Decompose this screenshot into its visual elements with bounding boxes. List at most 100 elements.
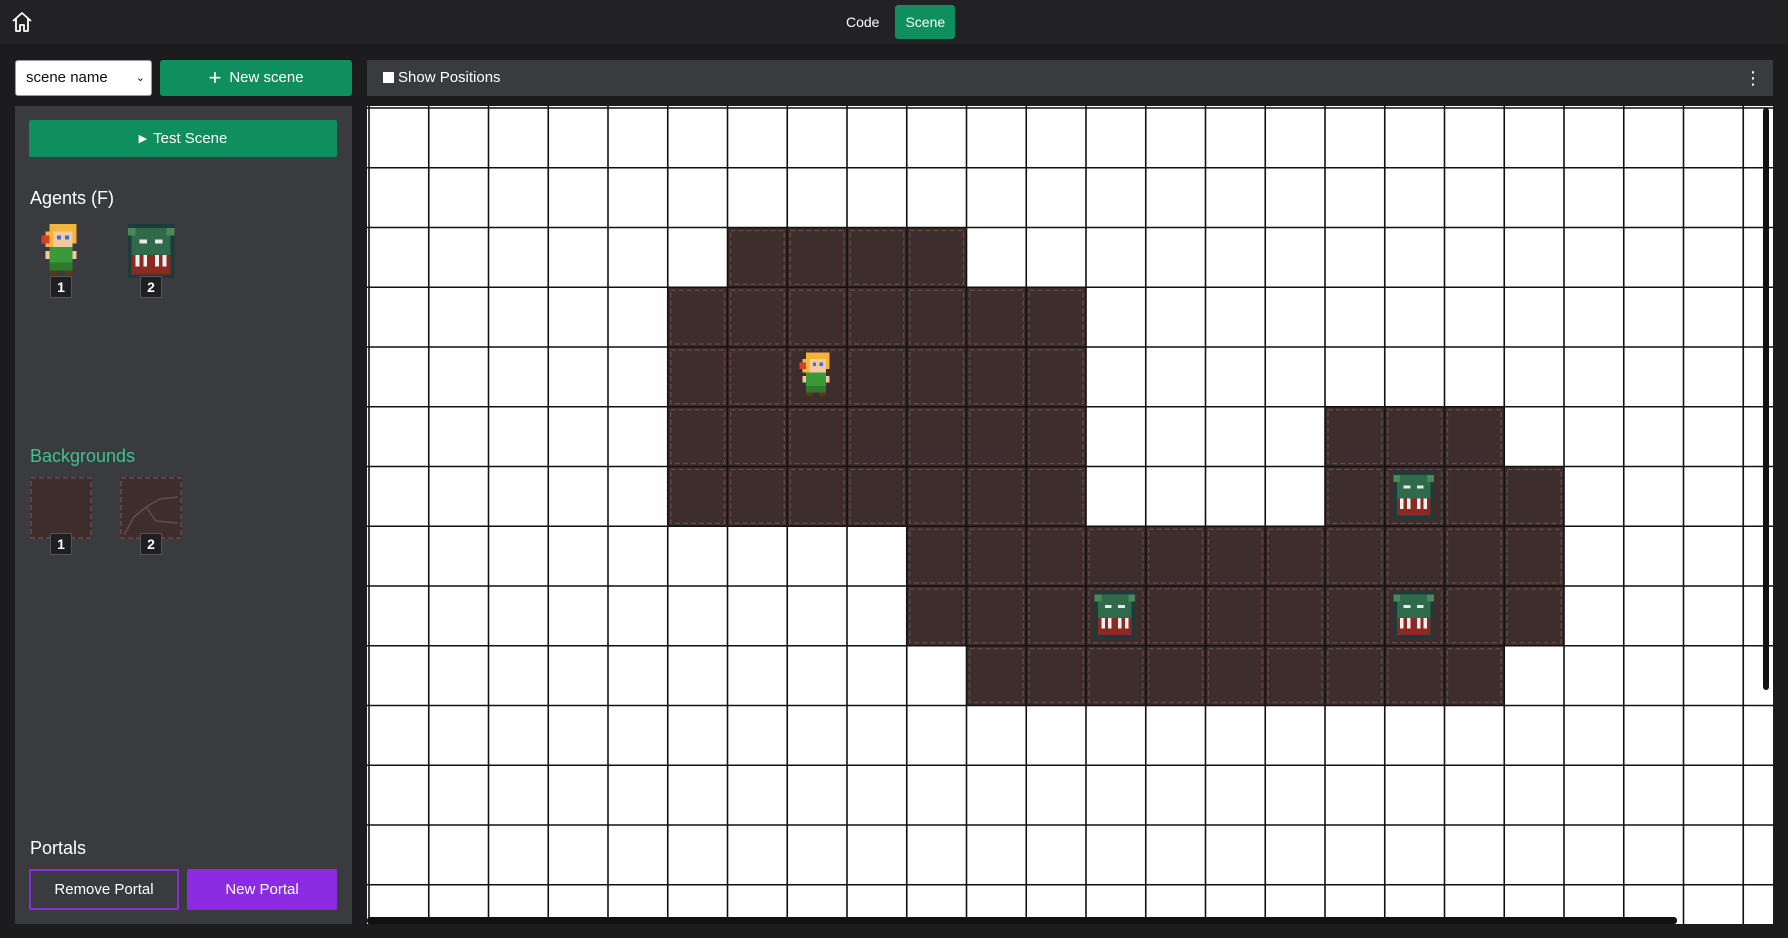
floor-tile[interactable] xyxy=(667,347,728,407)
floor-tile[interactable] xyxy=(1325,645,1385,706)
show-positions-label: Show Positions xyxy=(398,69,501,86)
agent-badge: 2 xyxy=(140,276,162,298)
floor-tile[interactable] xyxy=(1504,466,1564,527)
agent-thumb-hero[interactable]: 1 xyxy=(30,220,92,298)
play-icon: ▶ xyxy=(138,133,148,145)
floor-tile[interactable] xyxy=(1325,406,1385,467)
floor-tile[interactable] xyxy=(966,586,1027,646)
plus-icon: + xyxy=(208,65,222,90)
floor-tile[interactable] xyxy=(847,287,907,347)
floor-tile[interactable] xyxy=(727,227,788,288)
floor-tile[interactable] xyxy=(906,406,967,467)
floor-tile[interactable] xyxy=(906,526,967,586)
floor-tile[interactable] xyxy=(787,466,847,527)
floor-tile[interactable] xyxy=(787,406,847,467)
tab-code[interactable]: Code xyxy=(836,5,889,39)
mode-tabs: Code Scene xyxy=(836,5,956,39)
floor-tile[interactable] xyxy=(1086,526,1146,586)
floor-tile[interactable] xyxy=(1265,526,1325,586)
floor-tile[interactable] xyxy=(966,347,1027,407)
floor-tile[interactable] xyxy=(847,466,907,527)
background-thumb-cracked[interactable]: 2 xyxy=(120,477,182,555)
floor-tile[interactable] xyxy=(1265,586,1325,646)
floor-tile[interactable] xyxy=(1504,526,1564,586)
floor-tile[interactable] xyxy=(787,287,847,347)
floor-tile[interactable] xyxy=(1325,586,1385,646)
floor-tile[interactable] xyxy=(1086,645,1146,706)
floor-tile[interactable] xyxy=(667,406,728,467)
vertical-scrollbar[interactable] xyxy=(1763,108,1769,690)
background-thumb-plain[interactable]: 1 xyxy=(30,477,92,555)
floor-tile[interactable] xyxy=(1444,586,1505,646)
floor-tile[interactable] xyxy=(1145,526,1206,586)
floor-tile[interactable] xyxy=(906,466,967,527)
floor-tile[interactable] xyxy=(1026,586,1086,646)
floor-tile[interactable] xyxy=(1384,406,1445,467)
floor-tile[interactable] xyxy=(1026,645,1086,706)
floor-tile[interactable] xyxy=(667,287,728,347)
scene-grid[interactable] xyxy=(367,106,1773,924)
floor-tile[interactable] xyxy=(1145,586,1206,646)
home-icon[interactable] xyxy=(10,11,34,33)
top-bar: Code Scene xyxy=(0,0,1788,44)
agent-badge: 1 xyxy=(50,276,72,298)
new-portal-button[interactable]: New Portal xyxy=(187,869,337,910)
floor-tile[interactable] xyxy=(906,227,967,288)
test-scene-button[interactable]: ▶ Test Scene xyxy=(29,120,337,157)
floor-tile[interactable] xyxy=(906,586,967,646)
kebab-menu-icon[interactable]: ⋮ xyxy=(1743,66,1763,90)
floor-tile[interactable] xyxy=(727,347,788,407)
show-positions-checkbox[interactable] xyxy=(383,72,394,83)
tab-scene[interactable]: Scene xyxy=(895,5,956,39)
floor-tile[interactable] xyxy=(1384,526,1445,586)
agents-section-title: Agents (F) xyxy=(30,188,115,208)
floor-tile[interactable] xyxy=(1205,526,1266,586)
editor-toolbar: Show Positions ⋮ xyxy=(367,60,1773,96)
floor-tile[interactable] xyxy=(727,466,788,527)
floor-tile[interactable] xyxy=(966,645,1027,706)
floor-tile[interactable] xyxy=(1444,406,1505,467)
floor-tile[interactable] xyxy=(1504,586,1564,646)
floor-tile[interactable] xyxy=(1444,466,1505,527)
floor-tile[interactable] xyxy=(906,287,967,347)
floor-tile[interactable] xyxy=(1325,526,1385,586)
chevron-down-icon: ⌄ xyxy=(135,72,145,84)
floor-tile[interactable] xyxy=(966,406,1027,467)
floor-tile[interactable] xyxy=(787,227,847,288)
floor-tile[interactable] xyxy=(727,287,788,347)
hero-girl-sprite xyxy=(41,223,77,275)
background-badge: 2 xyxy=(140,533,162,555)
horizontal-scrollbar[interactable] xyxy=(367,917,1677,924)
floor-tile[interactable] xyxy=(847,406,907,467)
floor-tile[interactable] xyxy=(966,466,1027,527)
new-scene-button[interactable]: + New scene xyxy=(160,60,352,96)
show-positions-toggle[interactable]: Show Positions xyxy=(383,69,501,86)
floor-tile[interactable] xyxy=(1265,645,1325,706)
floor-tile[interactable] xyxy=(1384,645,1445,706)
remove-portal-button[interactable]: Remove Portal xyxy=(29,869,179,910)
floor-tile[interactable] xyxy=(1145,645,1206,706)
floor-tile[interactable] xyxy=(1026,406,1086,467)
floor-tile[interactable] xyxy=(1026,287,1086,347)
floor-tile[interactable] xyxy=(727,406,788,467)
scene-grid-canvas[interactable] xyxy=(367,106,1773,924)
floor-tile[interactable] xyxy=(847,347,907,407)
floor-tile[interactable] xyxy=(667,466,728,527)
floor-tile[interactable] xyxy=(966,526,1027,586)
floor-tile[interactable] xyxy=(906,347,967,407)
floor-tile[interactable] xyxy=(1026,526,1086,586)
background-badge: 1 xyxy=(50,533,72,555)
floor-tile[interactable] xyxy=(1205,645,1266,706)
floor-tile[interactable] xyxy=(966,287,1027,347)
backgrounds-section-title: Backgrounds xyxy=(30,446,136,466)
agent-thumb-orc[interactable]: 2 xyxy=(120,220,182,298)
scene-select[interactable]: scene name ⌄ xyxy=(15,60,152,96)
floor-tile[interactable] xyxy=(847,227,907,288)
floor-tile[interactable] xyxy=(1205,586,1266,646)
floor-tile[interactable] xyxy=(1444,526,1505,586)
floor-tile[interactable] xyxy=(1325,466,1385,527)
floor-tile[interactable] xyxy=(1444,645,1505,706)
floor-tile[interactable] xyxy=(1026,347,1086,407)
floor-tile[interactable] xyxy=(1026,466,1086,527)
new-scene-label: New scene xyxy=(229,69,304,86)
